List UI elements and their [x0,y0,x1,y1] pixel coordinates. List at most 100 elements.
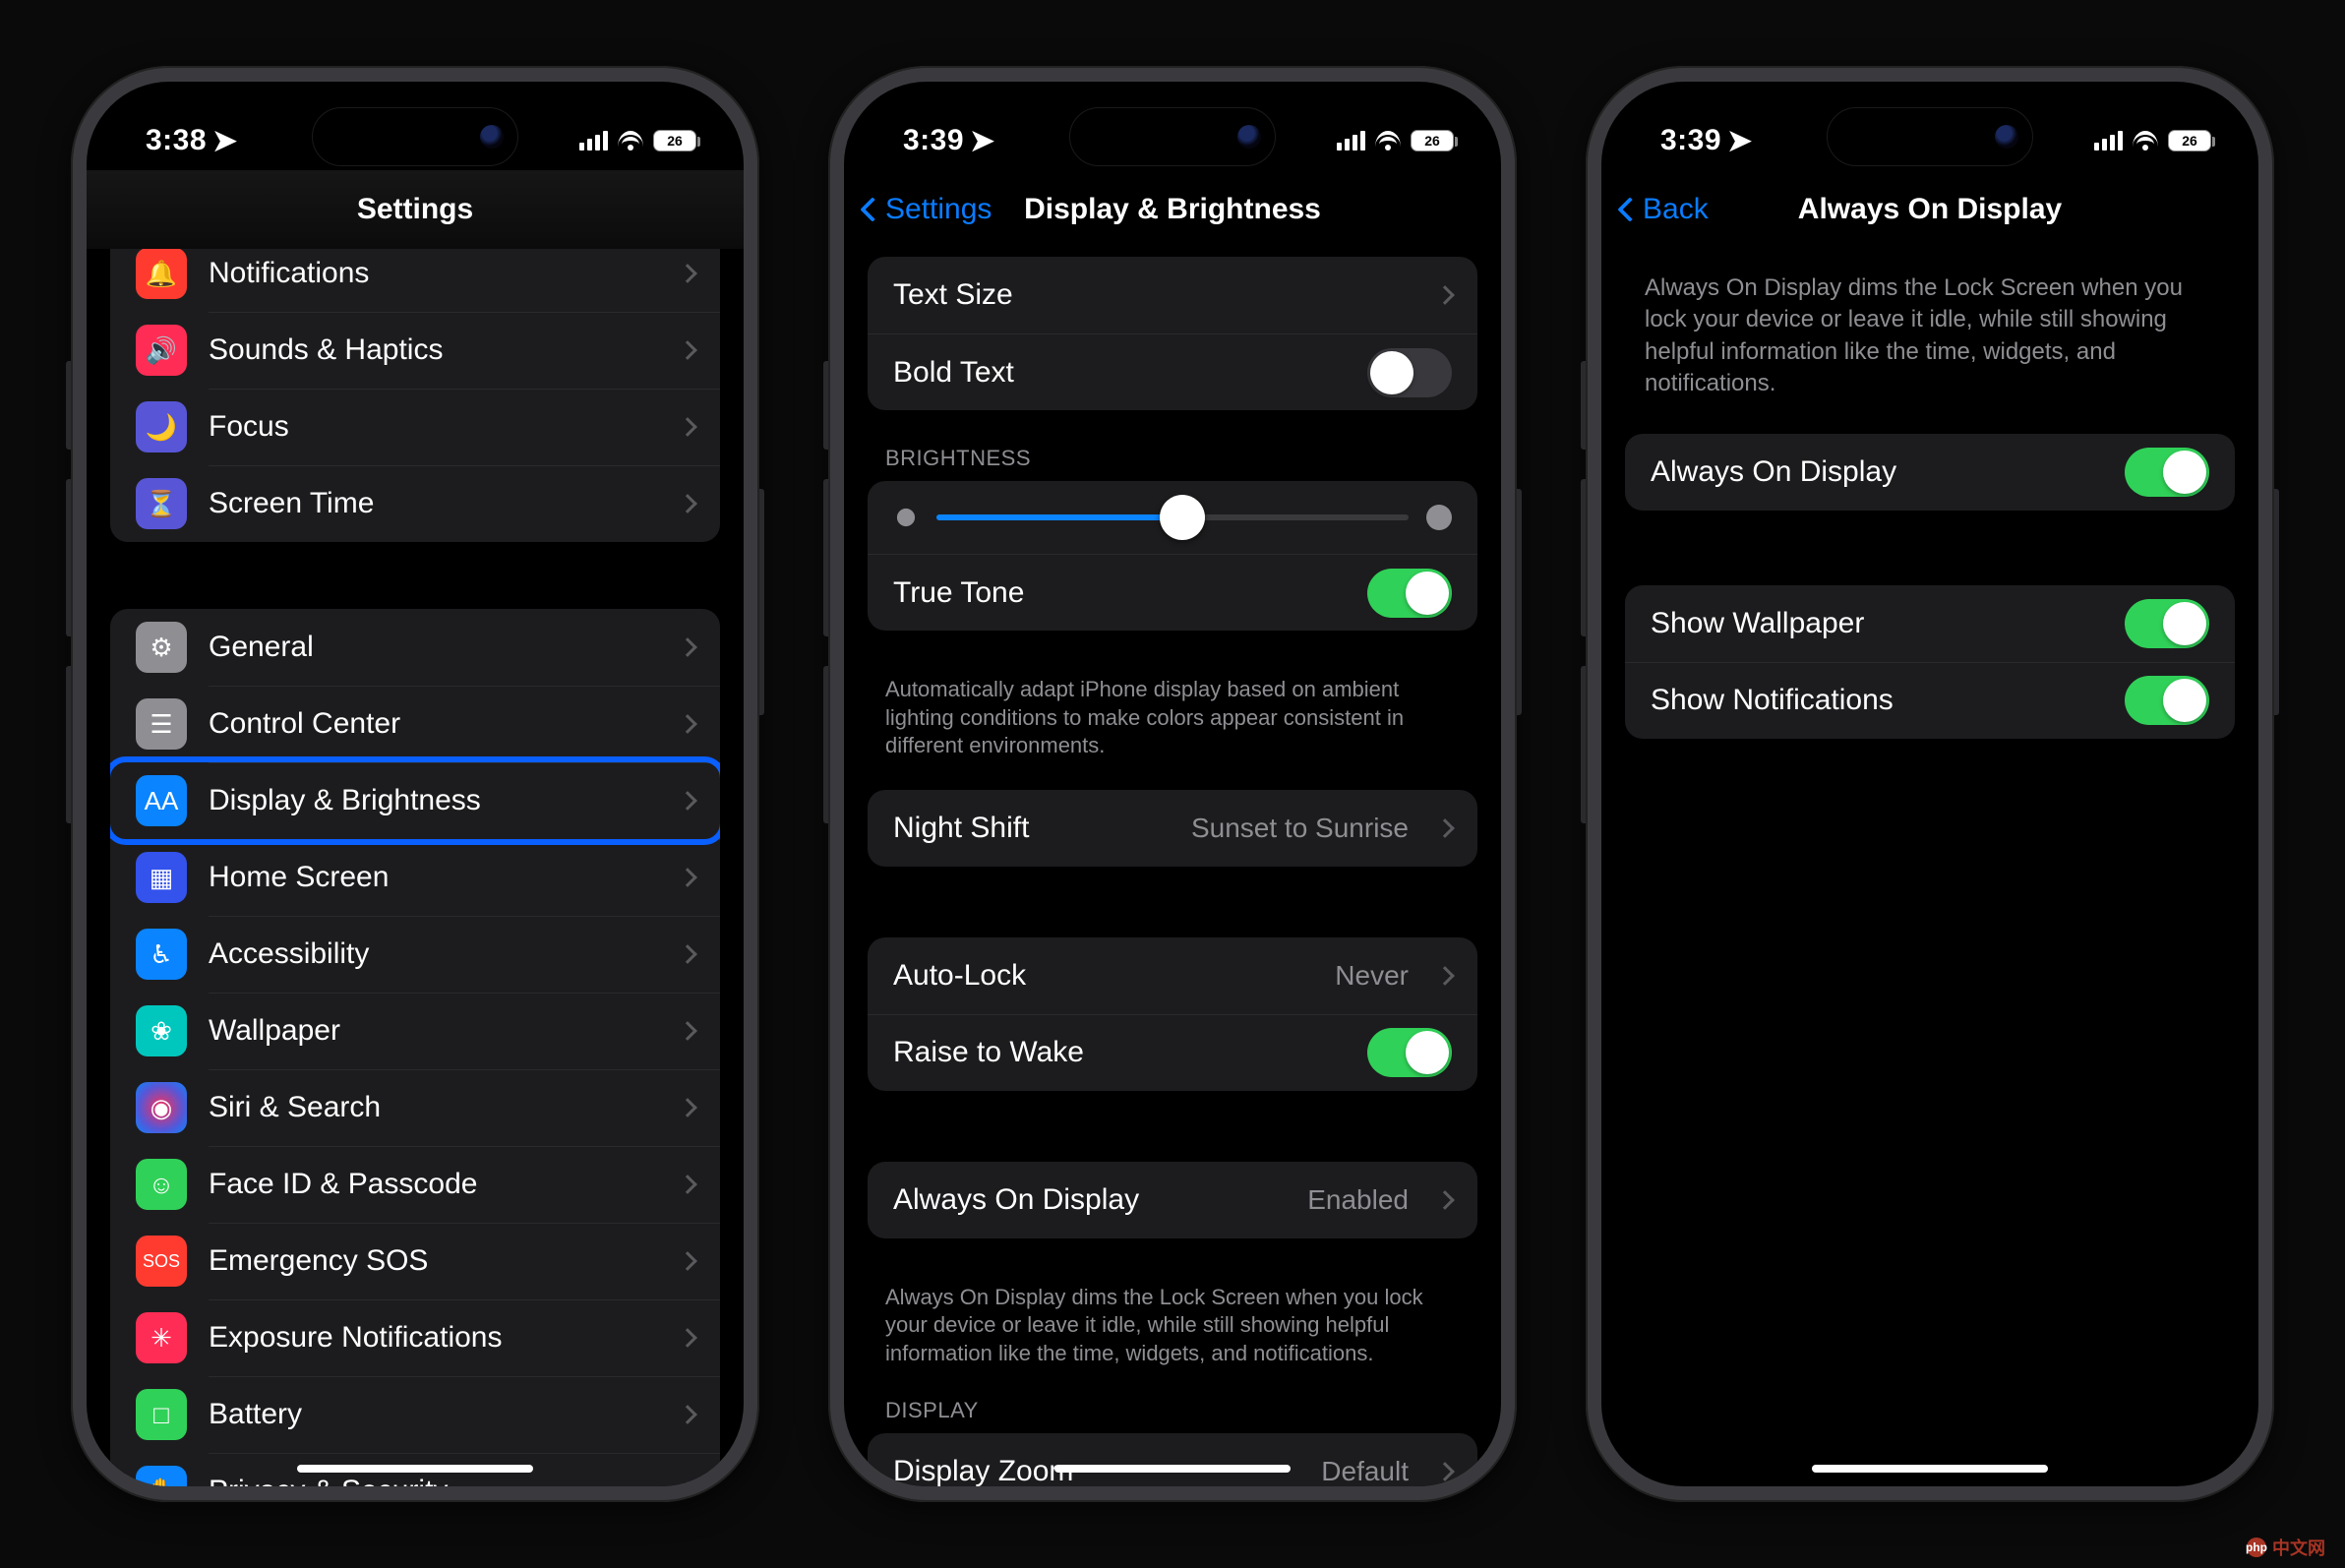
settings-row-sounds-haptics[interactable]: 🔊Sounds & Haptics [110,312,720,389]
display-scroll[interactable]: Text Size Bold Text BRIGHTNESS True Tone [844,249,1501,1486]
row-raise-wake[interactable]: Raise to Wake [868,1014,1477,1091]
battery-icon: 26 [653,130,696,151]
moon-icon: 🌙 [136,401,187,452]
dynamic-island [312,107,518,166]
chevron-right-icon [678,1405,697,1424]
phone-3: 3:39 ➤ 26 Back Always On Display Always … [1586,66,2274,1502]
status-time: 3:38 [146,124,207,157]
home-indicator[interactable] [297,1465,533,1473]
siri-icon: ◉ [136,1082,187,1133]
back-button[interactable]: Settings [864,193,992,226]
chevron-right-icon [678,417,697,437]
row-text-size[interactable]: Text Size [868,257,1477,333]
settings-row-accessibility[interactable]: ♿︎Accessibility [110,916,720,993]
chevron-right-icon [678,340,697,360]
settings-row-emergency-sos[interactable]: SOSEmergency SOS [110,1223,720,1299]
status-time: 3:39 [903,124,964,157]
row-label: Notifications [209,257,651,290]
chevron-right-icon [678,1328,697,1348]
chevron-right-icon [678,944,697,964]
row-label: Display & Brightness [209,784,651,817]
chevron-right-icon [1435,818,1455,838]
settings-row-battery[interactable]: □Battery [110,1376,720,1453]
location-icon: ➤ [1727,124,1753,158]
signal-icon [579,131,608,151]
chevron-right-icon [678,1021,697,1041]
brightness-slider-row[interactable] [868,481,1477,554]
location-icon: ➤ [212,124,238,158]
brightness-header: BRIGHTNESS [844,446,1501,481]
aod-info: Always On Display dims the Lock Screen w… [1601,249,2258,434]
page-title: Settings [357,193,473,226]
chevron-right-icon [678,637,697,657]
cc-icon: ☰ [136,698,187,750]
home-icon: ▦ [136,852,187,903]
row-show-notifications[interactable]: Show Notifications [1625,662,2235,739]
back-label: Settings [885,193,992,226]
aod-toggle[interactable] [2125,448,2209,497]
settings-row-face-id-passcode[interactable]: ☺︎Face ID & Passcode [110,1146,720,1223]
row-always-on-display-group: Always On Display Enabled [868,1162,1477,1238]
settings-row-control-center[interactable]: ☰Control Center [110,686,720,762]
settings-row-focus[interactable]: 🌙Focus [110,389,720,465]
row-label: Face ID & Passcode [209,1168,651,1201]
screen-display-brightness: 3:39 ➤ 26 Settings Display & Brightness … [844,82,1501,1486]
row-bold-text[interactable]: Bold Text [868,333,1477,410]
row-always-on-display[interactable]: Always On Display Enabled [868,1162,1477,1238]
row-label: Emergency SOS [209,1244,651,1278]
row-label: Siri & Search [209,1091,651,1124]
row-display-zoom[interactable]: Display Zoom Default [868,1433,1477,1486]
exposure-icon: ✳︎ [136,1312,187,1363]
home-indicator[interactable] [1054,1465,1291,1473]
true-tone-toggle[interactable] [1367,569,1452,618]
settings-row-exposure-notifications[interactable]: ✳︎ Exposure Notifications [110,1299,720,1376]
settings-row-home-screen[interactable]: ▦ Home Screen [110,839,720,916]
settings-scroll[interactable]: 🔔 Notifications 🔊Sounds & Haptics🌙Focus⏳Sc… [87,249,744,1486]
home-indicator[interactable] [1812,1465,2048,1473]
hourglass-icon: ⏳ [136,478,187,529]
chevron-right-icon [678,791,697,811]
chevron-right-icon [678,714,697,734]
screen-settings: 3:38 ➤ 26 Settings 🔔 Notifications 🔊Sounds… [87,82,744,1486]
aod-scroll[interactable]: Always On Display dims the Lock Screen w… [1601,249,2258,1486]
brightness-slider[interactable] [936,514,1409,520]
show-notifications-toggle[interactable] [2125,676,2209,725]
settings-row-general[interactable]: ⚙︎General [110,609,720,686]
row-label: Privacy & Security [209,1475,651,1486]
row-night-shift[interactable]: Night Shift Sunset to Sunrise [868,790,1477,867]
chevron-left-icon [1617,197,1642,221]
back-button[interactable]: Back [1621,193,1709,226]
chevron-right-icon [678,1098,697,1117]
bold-text-toggle[interactable] [1367,348,1452,397]
phone-1: 3:38 ➤ 26 Settings 🔔 Notifications 🔊Sounds… [71,66,759,1502]
location-icon: ➤ [970,124,995,158]
settings-row-wallpaper[interactable]: ❀Wallpaper [110,993,720,1069]
row-label: Home Screen [209,861,651,894]
chevron-right-icon [678,868,697,887]
signal-icon [1337,131,1365,151]
chevron-right-icon [678,1175,697,1194]
true-tone-footer: Automatically adapt iPhone display based… [844,666,1501,760]
wifi-icon [2133,131,2158,151]
watermark: php 中文网 [2237,1533,2335,1562]
aod-footer: Always On Display dims the Lock Screen w… [844,1274,1501,1368]
show-wallpaper-toggle[interactable] [2125,599,2209,648]
display-header: DISPLAY [844,1398,1501,1433]
bell-icon: 🔔 [136,249,187,299]
dynamic-island [1827,107,2033,166]
row-true-tone[interactable]: True Tone [868,554,1477,631]
chevron-right-icon [1435,966,1455,986]
settings-row-display-brightness[interactable]: AADisplay & Brightness [110,762,720,839]
back-label: Back [1643,193,1709,226]
row-label: Exposure Notifications [209,1321,651,1355]
row-auto-lock[interactable]: Auto-Lock Never [868,937,1477,1014]
settings-row-siri-search[interactable]: ◉ Siri & Search [110,1069,720,1146]
chevron-right-icon [678,1251,697,1271]
row-aod-toggle[interactable]: Always On Display [1625,434,2235,511]
raise-wake-toggle[interactable] [1367,1028,1452,1077]
nav-bar: Settings [87,170,744,249]
settings-row-screen-time[interactable]: ⏳Screen Time [110,465,720,542]
battery-icon: 26 [2168,130,2211,151]
settings-row-notifications[interactable]: 🔔 Notifications [110,249,720,312]
row-show-wallpaper[interactable]: Show Wallpaper [1625,585,2235,662]
